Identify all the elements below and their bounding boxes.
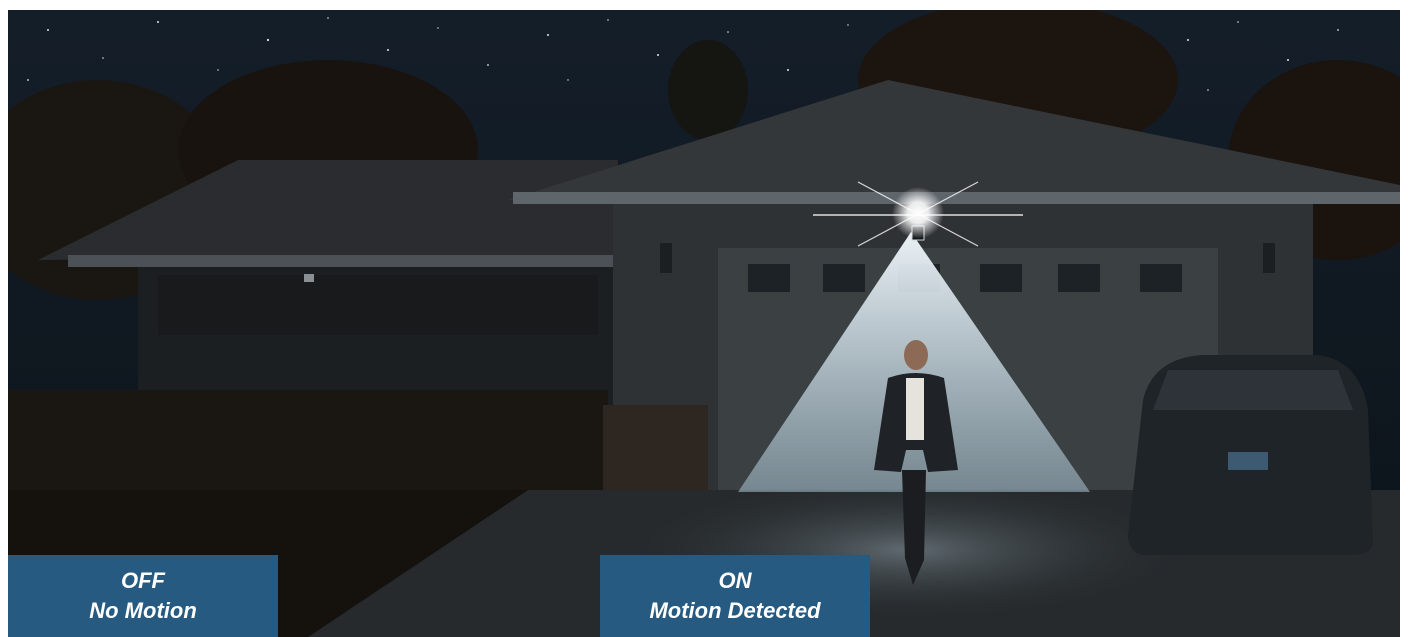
caption-text-on: Motion Detected	[649, 598, 821, 623]
night-house-scene: OFF No Motion ON Motion Detected	[8, 10, 1400, 637]
state-text-off: OFF	[121, 568, 165, 593]
caption-text-off: No Motion	[89, 598, 197, 623]
status-label-on: ON Motion Detected	[600, 555, 870, 637]
parked-car	[1128, 355, 1373, 555]
state-text-on: ON	[718, 568, 752, 593]
scene-illustration	[8, 10, 1400, 637]
status-label-off: OFF No Motion	[8, 555, 278, 637]
